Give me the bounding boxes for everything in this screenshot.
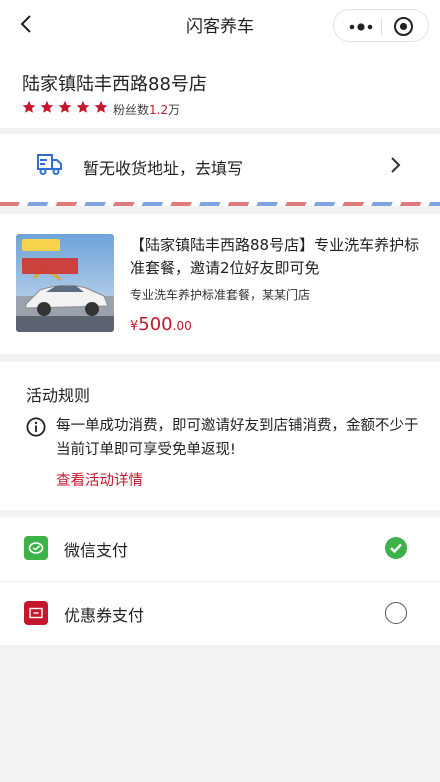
rules-text: 每一单成功消费，即可邀请好友到店铺消费，金额不少于当前订单即可享受免单返现! — [56, 418, 419, 458]
delivery-truck-icon — [36, 151, 64, 177]
price-decimal: .00 — [172, 319, 192, 333]
product-price: ¥500.00 — [130, 314, 192, 335]
coupon-pay-radio[interactable] — [385, 602, 407, 624]
mini-program-capsule — [333, 9, 429, 42]
address-placeholder: 暂无收货地址，去填写 — [83, 159, 244, 178]
star-icon — [22, 100, 36, 113]
nav-bar: 闪客养车 — [0, 0, 440, 50]
product-image — [16, 234, 114, 332]
store-header: 陆家镇陆丰西路88号店 粉丝数1.2万 — [0, 50, 440, 128]
fans-count: 粉丝数1.2万 — [113, 101, 180, 118]
fans-unit: 万 — [168, 103, 181, 117]
star-icon — [94, 100, 108, 113]
fans-number: 1.2 — [149, 103, 169, 117]
wechat-pay-label: 微信支付 — [64, 541, 129, 560]
rules-title: 活动规则 — [26, 386, 91, 405]
product-subtitle: 专业洗车养护标准套餐，某某门店 — [130, 288, 311, 302]
chevron-right-icon — [388, 156, 402, 174]
coupon-pay-option[interactable]: 优惠券支付 — [0, 581, 440, 645]
airmail-border — [0, 202, 440, 206]
fans-label: 粉丝数 — [113, 103, 150, 117]
wechat-pay-radio[interactable] — [385, 537, 407, 559]
star-icon — [40, 100, 54, 113]
star-icon — [76, 100, 90, 113]
product-title: 【陆家镇陆丰西路88号店】专业洗车养护标准套餐，邀请2位好友即可免 — [130, 236, 420, 277]
view-activity-details-link[interactable]: 查看活动详情 — [56, 469, 143, 490]
product-card[interactable]: 【陆家镇陆丰西路88号店】专业洗车养护标准套餐，邀请2位好友即可免 专业洗车养护… — [0, 214, 440, 354]
price-integer: 500 — [138, 314, 173, 335]
wechat-pay-option[interactable]: 微信支付 — [0, 517, 440, 581]
star-icon — [58, 100, 72, 113]
close-mini-program-icon[interactable] — [393, 16, 414, 37]
more-icon[interactable] — [348, 19, 374, 33]
rating-stars — [22, 100, 108, 114]
capsule-divider — [381, 18, 382, 35]
coupon-pay-label: 优惠券支付 — [64, 606, 145, 625]
address-selector[interactable]: 暂无收货地址，去填写 — [0, 134, 440, 206]
store-name: 陆家镇陆丰西路88号店 — [22, 74, 207, 95]
wechat-pay-icon — [24, 536, 48, 560]
info-icon — [26, 417, 46, 437]
activity-rules: 活动规则 每一单成功消费，即可邀请好友到店铺消费，金额不少于当前订单即可享受免单… — [0, 362, 440, 510]
coupon-icon — [24, 601, 48, 625]
